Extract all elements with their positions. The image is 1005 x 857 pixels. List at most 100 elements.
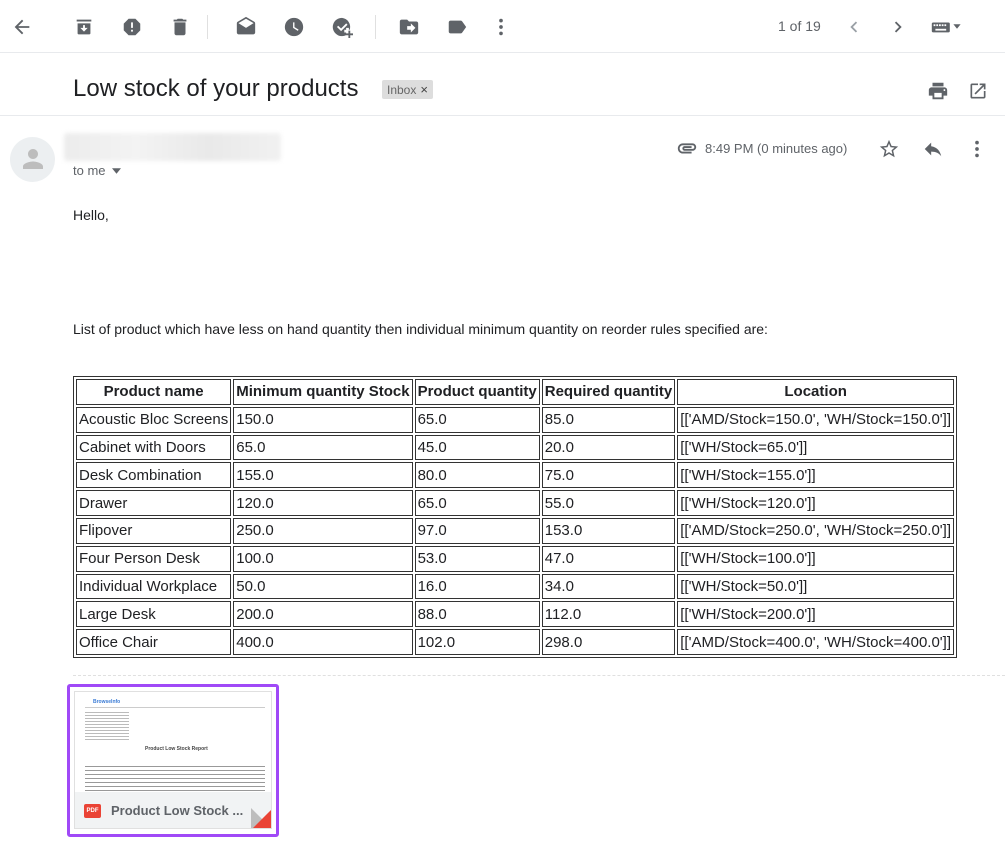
cell: 80.0 xyxy=(414,462,540,489)
attachment-thumbnail: BrowseInfo Product Low Stock Report PDF … xyxy=(74,691,272,829)
column-header: Location xyxy=(677,379,955,405)
keyboard-icon[interactable] xyxy=(928,13,968,41)
attachment-footer: PDF Product Low Stock ... xyxy=(75,792,271,828)
pdf-attachment-card[interactable]: BrowseInfo Product Low Stock Report PDF … xyxy=(67,684,279,837)
label-text: Inbox xyxy=(387,82,417,97)
cell: 97.0 xyxy=(414,517,540,544)
cell: Desk Combination xyxy=(76,462,232,489)
cell: 153.0 xyxy=(541,517,676,544)
star-icon[interactable] xyxy=(877,137,901,161)
cell: [['WH/Stock=155.0']] xyxy=(677,462,955,489)
move-to-icon[interactable] xyxy=(395,13,423,41)
cell: 112.0 xyxy=(541,601,676,628)
cell: [['WH/Stock=50.0']] xyxy=(677,573,955,600)
open-in-new-window-icon[interactable] xyxy=(966,79,990,103)
cell: Acoustic Bloc Screens xyxy=(76,406,232,433)
delete-icon[interactable] xyxy=(166,13,194,41)
cell: 150.0 xyxy=(233,406,413,433)
avatar[interactable] xyxy=(10,137,55,182)
caret-down-icon[interactable] xyxy=(111,167,121,174)
cell: Flipover xyxy=(76,517,232,544)
attachment-filename: Product Low Stock ... xyxy=(111,803,244,818)
add-to-tasks-icon[interactable] xyxy=(328,13,356,41)
table-header-row: Product name Minimum quantity Stock Prod… xyxy=(76,379,955,405)
chevron-left-icon[interactable] xyxy=(840,13,868,41)
cell: [['WH/Stock=65.0']] xyxy=(677,434,955,461)
person-icon xyxy=(22,149,43,169)
more-vert-icon[interactable] xyxy=(487,13,515,41)
intro-text: List of product which have less on hand … xyxy=(73,321,768,337)
email-timestamp: 8:49 PM (0 minutes ago) xyxy=(705,141,848,156)
low-stock-table: Product name Minimum quantity Stock Prod… xyxy=(73,376,958,658)
remove-label-icon[interactable]: × xyxy=(420,82,428,97)
toolbar-separator xyxy=(375,15,376,39)
cell: 88.0 xyxy=(414,601,540,628)
chevron-right-icon[interactable] xyxy=(884,13,912,41)
back-arrow-icon[interactable] xyxy=(8,13,36,41)
snooze-icon[interactable] xyxy=(280,13,308,41)
archive-icon[interactable] xyxy=(70,13,98,41)
cell: 200.0 xyxy=(233,601,413,628)
attachments-divider xyxy=(73,675,1005,676)
cell: 65.0 xyxy=(414,406,540,433)
cell: 45.0 xyxy=(414,434,540,461)
table-row: Acoustic Bloc Screens 150.0 65.0 85.0 [['AMD… xyxy=(76,406,955,433)
greeting-text: Hello, xyxy=(73,207,109,223)
cell: 100.0 xyxy=(233,545,413,572)
attachment-clip-icon xyxy=(675,136,699,160)
cell: 75.0 xyxy=(541,462,676,489)
report-spam-icon[interactable] xyxy=(118,13,146,41)
email-subject: Low stock of your products xyxy=(73,75,359,102)
cell: [['WH/Stock=100.0']] xyxy=(677,545,955,572)
more-options-icon[interactable] xyxy=(965,137,989,161)
pdf-preview: BrowseInfo Product Low Stock Report xyxy=(75,692,271,792)
table-row: Four Person Desk 100.0 53.0 47.0 [['WH/Stock… xyxy=(76,545,955,572)
cell: Cabinet with Doors xyxy=(76,434,232,461)
label-icon[interactable] xyxy=(443,13,471,41)
preview-title: Product Low Stock Report xyxy=(145,746,208,752)
preview-table-lines xyxy=(85,763,265,792)
cell: [['AMD/Stock=400.0', 'WH/Stock=400.0']] xyxy=(677,629,955,655)
preview-address-lines xyxy=(85,710,129,740)
cell: 55.0 xyxy=(541,490,676,516)
column-header: Product quantity xyxy=(414,379,540,405)
cell: 298.0 xyxy=(541,629,676,655)
page-curl-accent xyxy=(251,808,271,828)
cell: 250.0 xyxy=(233,517,413,544)
cell: Four Person Desk xyxy=(76,545,232,572)
cell: 102.0 xyxy=(414,629,540,655)
cell: 34.0 xyxy=(541,573,676,600)
cell: Drawer xyxy=(76,490,232,516)
toolbar: 1 of 19 xyxy=(0,0,1005,53)
cell: 85.0 xyxy=(541,406,676,433)
preview-logo: BrowseInfo xyxy=(93,699,121,705)
cell: 53.0 xyxy=(414,545,540,572)
cell: Large Desk xyxy=(76,601,232,628)
cell: 120.0 xyxy=(233,490,413,516)
cell: [['WH/Stock=200.0']] xyxy=(677,601,955,628)
cell: [['AMD/Stock=250.0', 'WH/Stock=250.0']] xyxy=(677,517,955,544)
column-header: Required quantity xyxy=(541,379,676,405)
pdf-icon: PDF xyxy=(84,804,101,818)
cell: 50.0 xyxy=(233,573,413,600)
recipient-details[interactable]: to me xyxy=(73,163,121,178)
column-header: Product name xyxy=(76,379,232,405)
pager-count: 1 of 19 xyxy=(778,18,821,34)
cell: 16.0 xyxy=(414,573,540,600)
cell: Individual Workplace xyxy=(76,573,232,600)
print-icon[interactable] xyxy=(926,79,950,103)
preview-rule xyxy=(85,707,265,708)
cell: 47.0 xyxy=(541,545,676,572)
inbox-label-chip[interactable]: Inbox × xyxy=(382,80,433,99)
table-row: Office Chair 400.0 102.0 298.0 [['AMD/Stock=… xyxy=(76,629,955,655)
cell: 155.0 xyxy=(233,462,413,489)
reply-icon[interactable] xyxy=(921,137,945,161)
table-row: Large Desk 200.0 88.0 112.0 [['WH/Stock=200.… xyxy=(76,601,955,628)
table-row: Desk Combination 155.0 80.0 75.0 [['WH/Stock… xyxy=(76,462,955,489)
cell: 65.0 xyxy=(233,434,413,461)
cell: 65.0 xyxy=(414,490,540,516)
table-row: Drawer 120.0 65.0 55.0 [['WH/Stock=120.0']] xyxy=(76,490,955,516)
cell: [['WH/Stock=120.0']] xyxy=(677,490,955,516)
mark-unread-icon[interactable] xyxy=(232,13,260,41)
sender-name-redacted xyxy=(64,133,281,161)
